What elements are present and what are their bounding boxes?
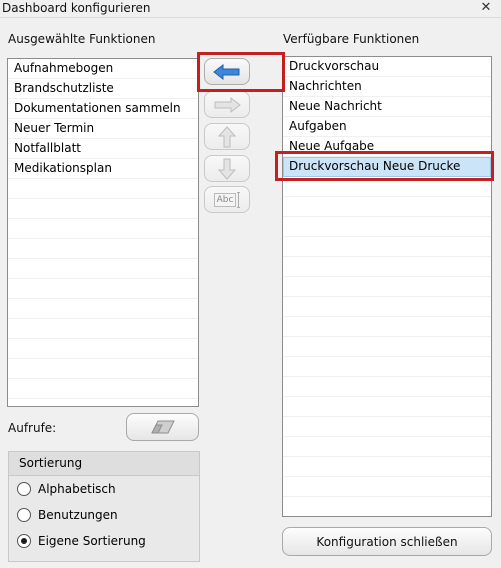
empty-row [283,237,491,257]
empty-row [283,337,491,357]
available-functions-label: Verfügbare Funktionen [283,32,420,46]
selected-functions-list[interactable]: Aufnahmebogen Brandschutzliste Dokumenta… [7,58,199,407]
empty-row [8,199,198,219]
highlight-add-button [197,52,285,92]
arrow-up-icon [218,125,236,147]
available-functions-list[interactable]: Druckvorschau Nachrichten Neue Nachricht… [282,56,492,517]
list-item[interactable]: Dokumentationen sammeln [8,99,198,119]
empty-row [283,357,491,377]
rename-button[interactable]: Abc [204,186,250,213]
clear-calls-button[interactable] [126,413,199,441]
empty-row [283,377,491,397]
radio-button-checked[interactable] [17,534,31,548]
empty-row [283,317,491,337]
close-configuration-button[interactable]: Konfiguration schließen [282,527,492,556]
radio-label: Alphabetisch [38,482,116,496]
window-title: Dashboard konfigurieren [2,1,151,15]
remove-function-button[interactable] [204,91,250,118]
list-item[interactable]: Neue Nachricht [283,97,491,117]
empty-row [283,497,491,516]
rename-icon: Abc [213,191,241,208]
empty-row [8,239,198,259]
empty-row [283,257,491,277]
empty-row [8,299,198,319]
list-item[interactable]: Druckvorschau [283,57,491,77]
radio-alphabetical[interactable]: Alphabetisch [17,480,116,498]
empty-row [8,339,198,359]
empty-row [8,219,198,239]
empty-row [283,417,491,437]
radio-label: Eigene Sortierung [38,534,146,548]
empty-row [8,379,198,399]
rename-glyph: Abc [213,192,237,207]
calls-label: Aufrufe: [8,421,57,435]
list-item[interactable]: Brandschutzliste [8,79,198,99]
empty-row [8,399,198,406]
arrow-right-icon [214,96,241,113]
empty-row [283,477,491,497]
list-item[interactable]: Medikationsplan [8,159,198,179]
move-up-button[interactable] [204,123,250,150]
title-bar: Dashboard konfigurieren ✕ [0,0,501,18]
empty-row [283,297,491,317]
sorting-title: Sortierung [9,452,199,476]
empty-row [8,279,198,299]
radio-button[interactable] [17,482,31,496]
radio-label: Benutzungen [38,508,118,522]
empty-row [8,259,198,279]
empty-row [283,437,491,457]
empty-row [8,179,198,199]
empty-row [283,217,491,237]
close-icon[interactable]: ✕ [479,0,493,16]
list-item[interactable]: Aufnahmebogen [8,59,198,79]
list-item[interactable]: Aufgaben [283,117,491,137]
empty-row [283,457,491,477]
empty-row [283,277,491,297]
radio-button[interactable] [17,508,31,522]
sorting-group: Sortierung Alphabetisch Benutzungen Eige… [8,451,200,562]
list-item[interactable]: Neuer Termin [8,119,198,139]
radio-usage[interactable]: Benutzungen [17,506,118,524]
eraser-icon [150,420,175,434]
dialog-window: Dashboard konfigurieren ✕ Ausgewählte Fu… [0,0,501,568]
move-down-button[interactable] [204,155,250,182]
empty-row [8,359,198,379]
arrow-down-icon [218,158,236,180]
list-item[interactable]: Nachrichten [283,77,491,97]
empty-row [8,319,198,339]
list-item[interactable]: Notfallblatt [8,139,198,159]
highlight-selected-item [275,151,494,181]
selected-functions-label: Ausgewählte Funktionen [8,32,156,46]
empty-row [283,197,491,217]
radio-custom-sorting[interactable]: Eigene Sortierung [17,532,146,550]
empty-row [283,397,491,417]
